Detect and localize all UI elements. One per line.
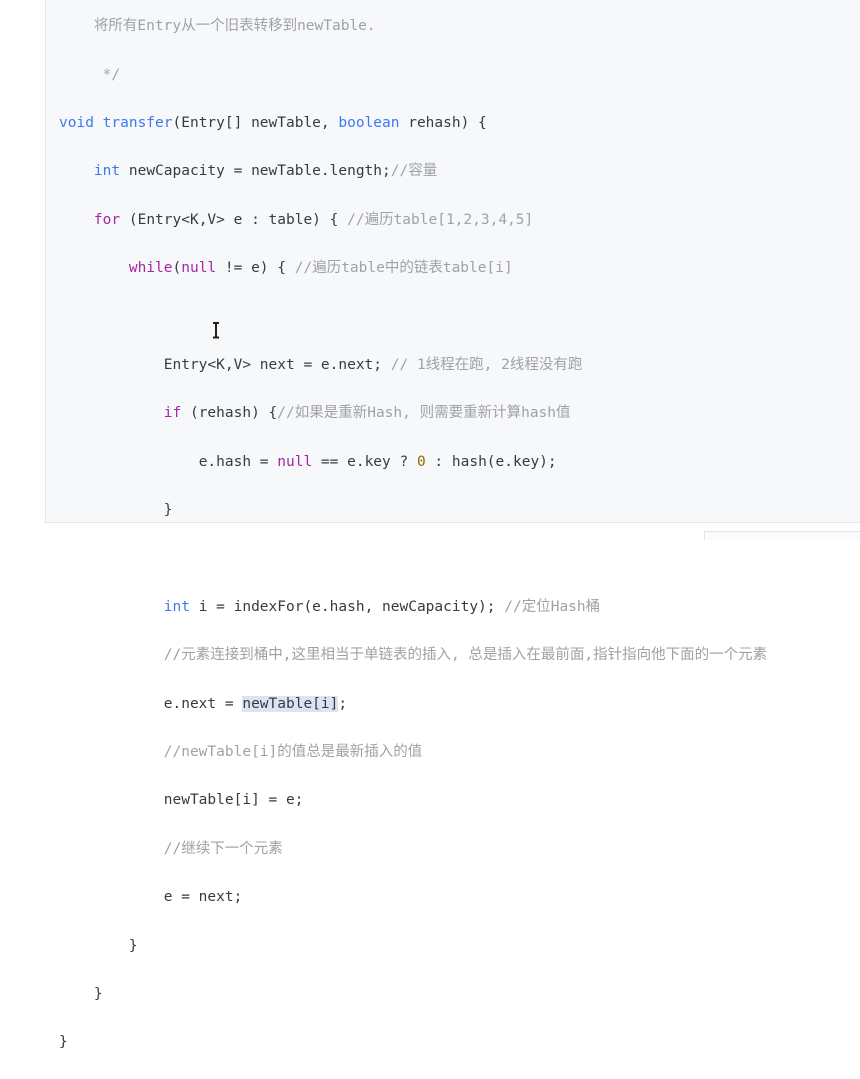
code-text: }	[163, 502, 173, 519]
comment: //遍历table中的链表table[i]	[294, 260, 513, 277]
code-text: i = indexFor(e.hash, newCapacity);	[189, 598, 505, 615]
comment: //如果是重新Hash, 则需要重新计算hash值	[277, 405, 571, 422]
code-text: (Entry[] newTable,	[172, 114, 339, 131]
number: 0	[416, 453, 426, 470]
comment: //定位Hash桶	[504, 598, 601, 615]
code-text: }	[128, 937, 138, 954]
keyword: while	[128, 260, 173, 277]
code-line: //newTable[i]的值总是最新插入的值	[59, 740, 859, 764]
code-text: newTable[i] = e;	[163, 792, 304, 809]
function-name: transfer	[102, 114, 173, 131]
keyword: void	[59, 114, 94, 131]
code-line: //元素连接到桶中,这里相当于单链表的插入, 总是插入在最前面,指针指向他下面的…	[59, 643, 859, 667]
code-text: : hash(e.key);	[425, 453, 557, 470]
code-line: */	[59, 63, 859, 87]
code-line: int i = indexFor(e.hash, newCapacity); /…	[59, 595, 859, 619]
code-line: e.next = newTable[i];	[59, 692, 859, 716]
code-line: e.hash = null == e.key ? 0 : hash(e.key)…	[59, 450, 859, 474]
code-text: newCapacity = newTable.length;	[120, 163, 391, 180]
panel-edge	[704, 531, 860, 540]
code-text: == e.key ?	[312, 453, 417, 470]
comment: 将所有Entry从一个旧表转移到newTable.	[59, 18, 376, 35]
comment: //元素连接到桶中,这里相当于单链表的插入, 总是插入在最前面,指针指向他下面的…	[163, 647, 768, 664]
code-line: }	[59, 934, 859, 958]
code-line: void transfer(Entry[] newTable, boolean …	[59, 111, 859, 135]
code-text: }	[59, 1034, 68, 1051]
code-line: for (Entry<K,V> e : table) { //遍历table[1…	[59, 208, 859, 232]
code-line: //继续下一个元素	[59, 837, 859, 861]
comment: //newTable[i]的值总是最新插入的值	[163, 744, 423, 761]
code-line: }	[59, 498, 859, 522]
comment: //继续下一个元素	[163, 840, 283, 857]
keyword: for	[93, 211, 121, 228]
code-line: newTable[i] = e;	[59, 788, 859, 812]
code-line: while(null != e) { //遍历table中的链表table[i]	[59, 256, 859, 280]
code-text: (	[172, 260, 182, 277]
code-text: Entry<K,V> next = e.next;	[163, 356, 391, 373]
keyword: boolean	[338, 114, 400, 131]
code-line: Entry<K,V> next = e.next; // 1线程在跑, 2线程没…	[59, 353, 859, 377]
comment: // 1线程在跑, 2线程没有跑	[390, 356, 583, 373]
keyword: null	[181, 260, 217, 277]
keyword: int	[163, 598, 190, 615]
comment: //遍历table[1,2,3,4,5]	[347, 211, 534, 228]
code-text: e.next =	[163, 695, 243, 712]
keyword: int	[93, 163, 121, 180]
comment: */	[59, 66, 121, 83]
code-line: 将所有Entry从一个旧表转移到newTable.	[59, 14, 859, 38]
code-line: }	[59, 1030, 859, 1054]
code-line: if (rehash) {//如果是重新Hash, 则需要重新计算hash值	[59, 401, 859, 425]
code-text: e = next;	[163, 889, 243, 906]
keyword: null	[277, 453, 313, 470]
code-line: }	[59, 982, 859, 1006]
keyword: if	[163, 405, 182, 422]
code-text: (rehash) {	[181, 405, 278, 422]
code-line: e = next;	[59, 885, 859, 909]
code-text: ;	[338, 695, 348, 712]
code-line: int newCapacity = newTable.length;//容量	[59, 159, 859, 183]
code-text: (Entry<K,V> e : table) {	[120, 211, 348, 228]
code-text: e.hash =	[198, 453, 278, 470]
comment: //容量	[390, 163, 438, 180]
selected-text[interactable]: newTable[i]	[242, 695, 339, 712]
code-text: rehash) {	[399, 114, 487, 131]
text-cursor-icon	[213, 322, 219, 338]
code-text: }	[93, 986, 103, 1003]
code-text: != e) {	[216, 260, 295, 277]
